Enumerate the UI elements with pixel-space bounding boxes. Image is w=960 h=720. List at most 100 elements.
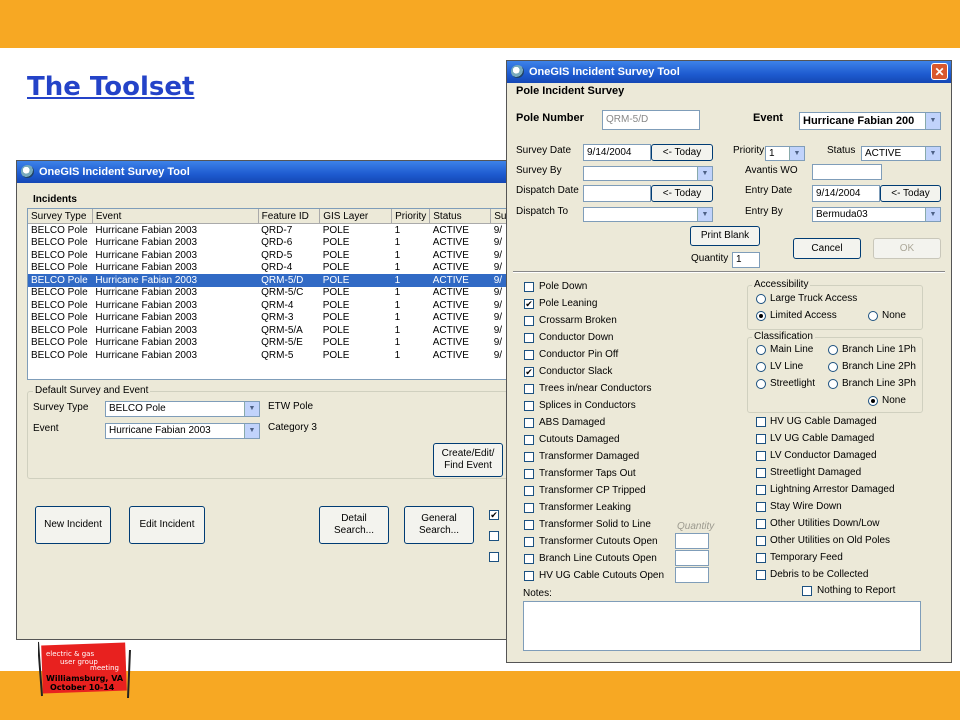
damage-checkbox[interactable] <box>524 316 534 326</box>
utility-checkbox[interactable] <box>756 468 766 478</box>
large-truck-radio[interactable] <box>756 294 766 304</box>
utility-checkbox-label: Lightning Arrestor Damaged <box>770 484 895 495</box>
quantity-box-3[interactable] <box>675 567 709 583</box>
ok-button[interactable]: OK <box>873 238 941 259</box>
event-select[interactable]: Hurricane Fabian 200 ▼ <box>799 112 941 130</box>
utility-checkbox-label: LV Conductor Damaged <box>770 450 877 461</box>
table-cell: POLE <box>322 237 350 249</box>
damage-checkbox[interactable] <box>524 486 534 496</box>
back-window-titlebar[interactable]: OneGIS Incident Survey Tool <box>17 161 517 183</box>
edit-incident-button[interactable]: Edit Incident <box>129 506 205 544</box>
main-line-radio[interactable] <box>756 345 766 355</box>
survey-type-select[interactable]: BELCO Pole ▼ <box>105 401 260 417</box>
cancel-button[interactable]: Cancel <box>793 238 861 259</box>
access-none-radio[interactable] <box>868 311 878 321</box>
utility-checkbox[interactable] <box>756 451 766 461</box>
utility-checkbox[interactable] <box>756 485 766 495</box>
table-row[interactable]: BELCO Pole Hurricane Fabian 2003 QRM-5/E PO… <box>28 337 518 350</box>
table-row[interactable]: BELCO Pole Hurricane Fabian 2003 QRM-5/A PO… <box>28 324 518 337</box>
table-row[interactable]: BELCO Pole Hurricane Fabian 2003 QRM-5/D PO… <box>28 274 518 287</box>
event-select[interactable]: Hurricane Fabian 2003 ▼ <box>105 423 260 439</box>
branch-1ph-radio[interactable] <box>828 345 838 355</box>
streetlight-radio[interactable] <box>756 379 766 389</box>
column-header[interactable]: GIS Layer <box>319 209 393 224</box>
damage-checkbox[interactable] <box>524 571 534 581</box>
utility-checkbox[interactable] <box>756 434 766 444</box>
damage-checkbox[interactable] <box>524 503 534 513</box>
back-checkbox-2[interactable] <box>489 531 499 541</box>
branch-2ph-radio[interactable] <box>828 362 838 372</box>
utility-checkbox[interactable] <box>756 417 766 427</box>
quantity-box-1[interactable] <box>675 533 709 549</box>
damage-checkbox[interactable] <box>524 282 534 292</box>
damage-checkbox[interactable] <box>524 452 534 462</box>
front-window-titlebar[interactable]: OneGIS Incident Survey Tool ✕ <box>507 61 951 83</box>
entry-date-field[interactable]: 9/14/2004 <box>812 185 880 202</box>
damage-checkbox[interactable]: ✔ <box>524 367 534 377</box>
survey-date-field[interactable]: 9/14/2004 <box>583 144 651 161</box>
dispatch-date-field[interactable] <box>583 185 651 202</box>
create-edit-find-event-button[interactable]: Create/Edit/ Find Event <box>433 443 503 477</box>
utility-checkbox[interactable] <box>756 536 766 546</box>
back-checkbox-3[interactable] <box>489 552 499 562</box>
column-header[interactable]: Event <box>92 209 259 224</box>
utility-checkbox[interactable] <box>756 570 766 580</box>
class-none-radio[interactable] <box>868 396 878 406</box>
survey-date-today-button[interactable]: <- Today <box>651 144 713 161</box>
quantity-field[interactable]: 1 <box>732 252 760 268</box>
notes-textarea[interactable] <box>523 601 921 651</box>
damage-checkbox[interactable] <box>524 350 534 360</box>
table-cell: Hurricane Fabian 2003 <box>95 287 198 299</box>
quantity-box-2[interactable] <box>675 550 709 566</box>
damage-checkbox[interactable] <box>524 384 534 394</box>
table-row[interactable]: BELCO Pole Hurricane Fabian 2003 QRD-4 POLE… <box>28 262 518 275</box>
column-header[interactable]: Survey Type <box>28 209 93 224</box>
table-cell: BELCO Pole <box>31 324 88 336</box>
damage-checkbox-label: Conductor Slack <box>539 366 613 377</box>
damage-checkbox[interactable] <box>524 537 534 547</box>
utility-checkbox[interactable] <box>756 553 766 563</box>
damage-checkbox[interactable] <box>524 418 534 428</box>
damage-checkbox[interactable] <box>524 554 534 564</box>
back-window-title: OneGIS Incident Survey Tool <box>39 166 190 178</box>
dispatch-date-today-button[interactable]: <- Today <box>651 185 713 202</box>
utility-checkbox[interactable] <box>756 502 766 512</box>
branch-3ph-radio[interactable] <box>828 379 838 389</box>
pole-number-field[interactable]: QRM-5/D <box>602 110 700 130</box>
table-row[interactable]: BELCO Pole Hurricane Fabian 2003 QRM-5 POLE… <box>28 349 518 362</box>
close-icon[interactable]: ✕ <box>931 63 948 80</box>
limited-access-radio[interactable] <box>756 311 766 321</box>
lv-line-radio[interactable] <box>756 362 766 372</box>
general-search-button[interactable]: General Search... <box>404 506 474 544</box>
damage-checkbox[interactable] <box>524 520 534 530</box>
detail-search-button[interactable]: Detail Search... <box>319 506 389 544</box>
status-select[interactable]: ACTIVE ▼ <box>861 146 941 161</box>
column-header[interactable]: Feature ID <box>258 209 321 224</box>
print-blank-button[interactable]: Print Blank <box>690 226 760 246</box>
column-header[interactable]: Status <box>429 209 492 224</box>
entry-date-today-button[interactable]: <- Today <box>880 185 941 202</box>
damage-checkbox[interactable] <box>524 401 534 411</box>
priority-select[interactable]: 1 ▼ <box>765 146 805 161</box>
table-row[interactable]: BELCO Pole Hurricane Fabian 2003 QRD-6 POLE… <box>28 237 518 250</box>
dispatch-to-select[interactable]: ▼ <box>583 207 713 222</box>
table-row[interactable]: BELCO Pole Hurricane Fabian 2003 QRD-7 POLE… <box>28 224 518 237</box>
table-row[interactable]: BELCO Pole Hurricane Fabian 2003 QRM-4 POLE… <box>28 299 518 312</box>
utility-checkbox[interactable] <box>756 519 766 529</box>
damage-checkbox[interactable] <box>524 333 534 343</box>
nothing-to-report-checkbox[interactable] <box>802 586 812 596</box>
damage-checkbox[interactable]: ✔ <box>524 299 534 309</box>
table-row[interactable]: BELCO Pole Hurricane Fabian 2003 QRM-5/C PO… <box>28 287 518 300</box>
table-row[interactable]: BELCO Pole Hurricane Fabian 2003 QRM-3 POLE… <box>28 312 518 325</box>
incidents-grid[interactable]: Survey Type Event Feature ID GIS Layer Prior… <box>27 208 519 380</box>
column-header[interactable]: Priority <box>391 209 431 224</box>
survey-by-select[interactable]: ▼ <box>583 166 713 181</box>
new-incident-button[interactable]: New Incident <box>35 506 111 544</box>
table-row[interactable]: BELCO Pole Hurricane Fabian 2003 QRD-5 POLE… <box>28 249 518 262</box>
damage-checkbox[interactable] <box>524 469 534 479</box>
back-checkbox-1[interactable]: ✔ <box>489 510 499 520</box>
back-window: OneGIS Incident Survey Tool Incidents Su… <box>16 160 519 640</box>
entry-by-select[interactable]: Bermuda03 ▼ <box>812 207 941 222</box>
damage-checkbox[interactable] <box>524 435 534 445</box>
avantis-wo-field[interactable] <box>812 164 882 180</box>
